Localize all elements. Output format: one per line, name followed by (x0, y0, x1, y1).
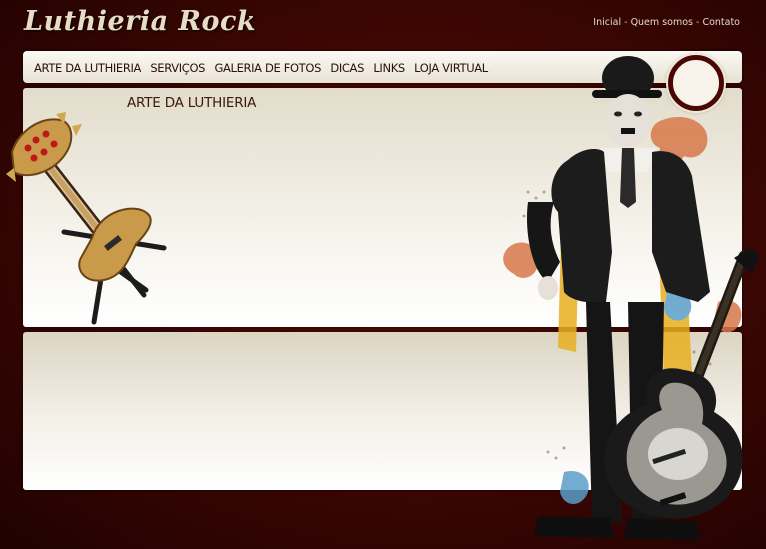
section-title: ARTE DA LUTHIERIA (127, 95, 257, 111)
top-link-separator: - (621, 17, 631, 28)
nav-item-dicas[interactable]: DICAS (330, 61, 364, 75)
nav-item-arte-da-luthieria[interactable]: ARTE DA LUTHIERIA (34, 61, 141, 75)
bass-guitar-image (6, 112, 167, 325)
main-navigation: ARTE DA LUTHIERIA SERVIÇOS GALERIA DE FO… (34, 61, 494, 75)
top-links: Inicial - Quem somos - Contato (593, 17, 740, 28)
chaplin-with-guitar-image (503, 56, 760, 540)
top-link-quem-somos[interactable]: Quem somos (631, 17, 693, 28)
bass-headstock (6, 112, 82, 182)
nav-item-galeria-de-fotos[interactable]: GALERIA DE FOTOS (214, 61, 321, 75)
nav-item-links[interactable]: LINKS (373, 61, 405, 75)
nav-item-servicos[interactable]: SERVIÇOS (150, 61, 205, 75)
site-logo[interactable]: Luthieria Rock (24, 6, 256, 37)
top-link-inicial[interactable]: Inicial (593, 17, 621, 28)
nav-item-loja-virtual[interactable]: LOJA VIRTUAL (414, 61, 488, 75)
top-link-contato[interactable]: Contato (702, 17, 740, 28)
